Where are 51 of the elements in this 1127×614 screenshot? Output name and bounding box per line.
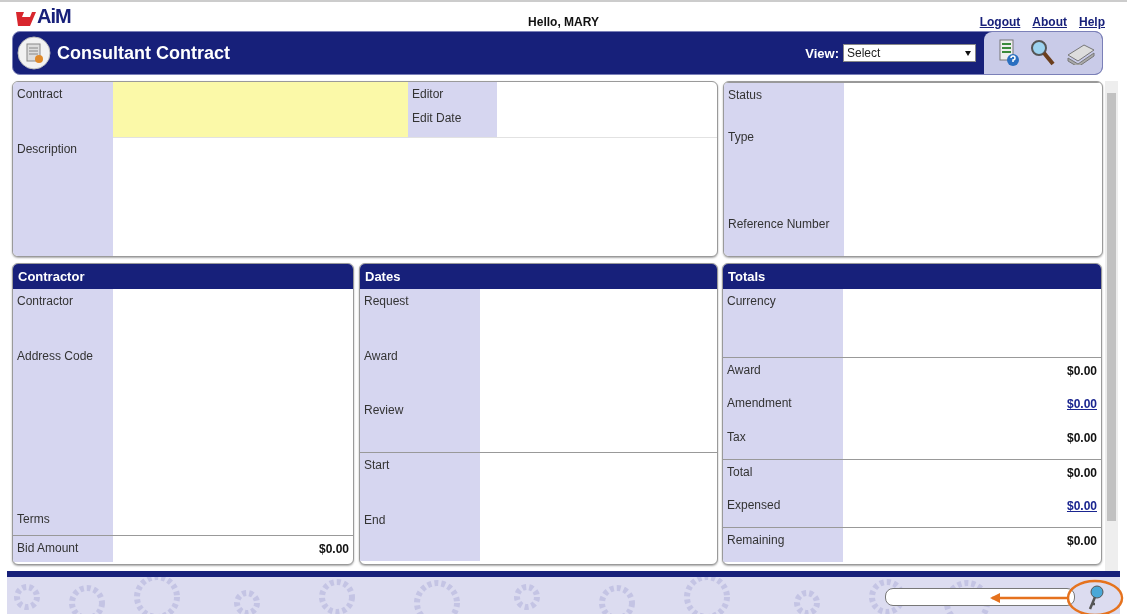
view-label: View:: [805, 45, 839, 61]
section-header: Totals: [723, 264, 1101, 289]
field-label: Contract: [17, 87, 63, 101]
field-label: Contractor: [17, 294, 74, 308]
field-label: Award: [364, 349, 398, 363]
field-label: Terms: [17, 512, 50, 526]
top-link[interactable]: Help: [1079, 15, 1105, 29]
app-logo: AiM: [37, 6, 71, 26]
field-label: Reference Number: [728, 217, 830, 231]
field-label: Bid Amount: [17, 541, 79, 555]
field-label: Address Code: [17, 349, 94, 363]
field-label: Total: [727, 465, 753, 479]
field-label: End: [364, 513, 386, 527]
field-label: Edit Date: [412, 111, 463, 125]
key-search-icon[interactable]: [1086, 585, 1106, 611]
page-title: Consultant Contract: [57, 42, 230, 64]
field-label: Description: [17, 142, 78, 156]
field-label: Start: [364, 458, 390, 472]
field-label: Expensed: [727, 498, 781, 512]
amount-value: $0.00: [318, 542, 349, 556]
scrollbar[interactable]: [1105, 81, 1118, 571]
contract-input-field[interactable]: [113, 82, 408, 137]
field-label: Currency: [727, 294, 776, 308]
field-label: Editor: [412, 87, 445, 101]
caret-icon: [965, 50, 971, 56]
field-label: Remaining: [727, 533, 785, 547]
field-label: Request: [364, 294, 409, 308]
section-header: Dates: [360, 264, 717, 289]
amount-value: $0.00: [1066, 466, 1097, 480]
field-label: Tax: [727, 430, 746, 444]
section-header: Contractor: [13, 264, 353, 289]
amount-link[interactable]: $0.00: [1066, 499, 1097, 513]
field-label: Review: [364, 403, 404, 417]
view-select[interactable]: Select: [843, 44, 976, 62]
field-label: Type: [728, 130, 754, 144]
greeting-text: Hello, MARY: [528, 15, 599, 29]
document-help-icon[interactable]: [998, 39, 1020, 67]
amount-value: $0.00: [1066, 364, 1097, 378]
amount-link[interactable]: $0.00: [1066, 397, 1097, 411]
top-link[interactable]: About: [1032, 15, 1067, 29]
field-label: Amendment: [727, 396, 792, 410]
contract-document-icon: [17, 36, 51, 70]
field-label: Status: [728, 88, 763, 102]
field-label: Award: [727, 363, 761, 377]
scrollbar-thumb[interactable]: [1107, 93, 1116, 521]
amount-value: $0.00: [1066, 431, 1097, 445]
text-input-field[interactable]: [885, 588, 1075, 606]
logo-slash-icon: [14, 10, 36, 26]
amount-value: $0.00: [1066, 534, 1097, 548]
search-icon[interactable]: [1030, 39, 1056, 67]
top-link[interactable]: Logout: [979, 15, 1021, 29]
